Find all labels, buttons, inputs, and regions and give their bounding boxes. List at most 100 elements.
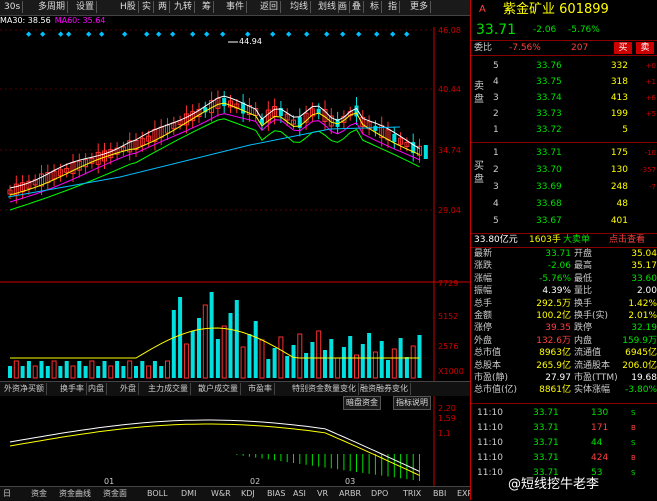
signal-marker-icon: ◆ bbox=[144, 30, 150, 38]
toolbar-button-13[interactable]: 叠 bbox=[350, 1, 365, 13]
quote-stat-row: 涨跌 -2.06 最高 35.17 bbox=[474, 261, 657, 272]
indicator-button-1[interactable]: 指标说明 bbox=[393, 396, 431, 410]
bottom-tab-0[interactable]: 日 bbox=[2, 488, 12, 500]
toolbar-button-5[interactable]: 两 bbox=[156, 1, 171, 13]
toolbar-button-12[interactable]: 画 bbox=[336, 1, 351, 13]
volume-bar bbox=[253, 321, 258, 378]
quote-stat-row: 市盈(静) 27.97 市盈(TTM) 19.68 bbox=[474, 373, 657, 383]
toolbar-button-7[interactable]: 筹 bbox=[200, 1, 215, 13]
volume-bar bbox=[291, 345, 296, 378]
volume-bar bbox=[140, 361, 145, 378]
toolbar-button-2[interactable]: 设置 bbox=[74, 1, 98, 13]
indicator-tab-2[interactable]: 内盘 bbox=[86, 383, 107, 395]
signal-marker-icon: ◆ bbox=[66, 30, 72, 38]
bottom-tab-5[interactable]: DMI bbox=[180, 488, 197, 500]
toolbar-button-15[interactable]: 指 bbox=[386, 1, 401, 13]
bottom-tab-13[interactable]: TRIX bbox=[402, 488, 422, 500]
volume-axis-label: 7729 bbox=[438, 279, 458, 288]
candle bbox=[423, 145, 428, 159]
toolbar-button-1[interactable]: 多周期 bbox=[36, 1, 69, 13]
bottom-tab-6[interactable]: W&R bbox=[210, 488, 232, 500]
indicator-tab-bar: 外资净买额 换手率 内盘 外盘 主力成交量 散户成交量 市盈率 特别资金数量变化 融资融券变化 bbox=[0, 381, 470, 396]
volume-bar bbox=[178, 297, 183, 378]
volume-axis-label: 5152 bbox=[438, 312, 458, 321]
bottom-tab-1[interactable]: 资金 bbox=[30, 488, 48, 500]
quote-stat-row: 涨幅 -5.76% 最低 33.60 bbox=[474, 273, 657, 284]
signal-marker-icon: ◆ bbox=[26, 30, 32, 38]
bid-row: 5 33.67 401 bbox=[493, 216, 628, 226]
volume-bar bbox=[197, 318, 201, 378]
bottom-tab-4[interactable]: BOLL bbox=[146, 488, 169, 500]
bottom-tab-2[interactable]: 资金曲线 bbox=[58, 488, 92, 500]
trade-tick-row: 11:10 33.71 171 B bbox=[477, 423, 636, 433]
volume-bar bbox=[404, 357, 409, 378]
ask-row: 3 33.74 413 +6 bbox=[493, 93, 656, 103]
signal-marker-icon: ◆ bbox=[122, 30, 128, 38]
signal-marker-icon: ◆ bbox=[204, 30, 210, 38]
toolbar-button-4[interactable]: 实 bbox=[140, 1, 155, 13]
bottom-tab-12[interactable]: DPO bbox=[370, 488, 389, 500]
price-change-pct: -5.76% bbox=[568, 25, 600, 35]
indicator-button-0[interactable]: 暗盘资金 bbox=[343, 396, 381, 410]
bottom-tab-8[interactable]: BIAS bbox=[266, 488, 286, 500]
toolbar-button-14[interactable]: 标 bbox=[368, 1, 383, 13]
signal-marker-icon: ◆ bbox=[356, 30, 362, 38]
signal-marker-icon: ◆ bbox=[170, 30, 176, 38]
chart-toolbar: 30s 多周期 设置 H股实两九转筹事件 返回 均线 划线画叠标指更多 bbox=[0, 0, 470, 16]
indicator-tab-5[interactable]: 散户成交量 bbox=[196, 383, 241, 395]
toolbar-button-0[interactable]: 30s bbox=[2, 1, 24, 13]
big-order-row: 33.80亿元 1603手 大卖单 点击查看 bbox=[471, 233, 657, 248]
price-line: 33.71 -2.06 -5.76% bbox=[471, 21, 657, 39]
volume-bar bbox=[115, 361, 120, 378]
volume-bar bbox=[323, 350, 327, 378]
signal-marker-icon: ◆ bbox=[324, 30, 330, 38]
toolbar-button-8[interactable]: 事件 bbox=[224, 1, 248, 13]
quote-stat-row: 总市值 8963亿 流通值 6945亿 bbox=[474, 348, 657, 359]
volume-bar bbox=[134, 366, 138, 378]
quote-stat-row: 金额 100.2亿 换手(实) 2.01% bbox=[474, 311, 657, 321]
indicator-tab-8[interactable]: 融资融券变化 bbox=[358, 383, 411, 395]
quote-stat-row: 涨停 39.35 跌停 32.19 bbox=[474, 323, 657, 334]
toolbar-button-16[interactable]: 更多 bbox=[408, 1, 432, 13]
stock-name: 紫金矿业 601899 bbox=[503, 2, 609, 17]
indicator-tab-1[interactable]: 换手率 bbox=[58, 383, 87, 395]
ask-row: 1 33.72 5 bbox=[493, 125, 628, 135]
indicator-tab-4[interactable]: 主力成交量 bbox=[146, 383, 191, 395]
volume-bar bbox=[228, 313, 233, 378]
bid-row: 3 33.69 248 -7 bbox=[493, 182, 656, 192]
volume-bar bbox=[266, 359, 271, 378]
kline-chart[interactable]: 46.08 40.44 34.74 29.04 7729 5152 2576 X1000 44.… bbox=[0, 27, 470, 381]
bottom-tab-9[interactable]: ASI bbox=[292, 488, 307, 500]
bottom-tab-10[interactable]: VR bbox=[316, 488, 329, 500]
trade-tick-row: 11:10 33.71 130 S bbox=[477, 408, 636, 418]
indicator-tab-3[interactable]: 外盘 bbox=[118, 383, 139, 395]
bottom-tab-3[interactable]: 资金面 bbox=[102, 488, 128, 500]
indicator-tab-7[interactable]: 特别资金数量变化 bbox=[290, 383, 359, 395]
macd-axis-label: 1.59 bbox=[438, 414, 456, 423]
volume-bar bbox=[272, 348, 277, 378]
bottom-tab-11[interactable]: ARBR bbox=[338, 488, 362, 500]
indicator-tab-6[interactable]: 市盈率 bbox=[246, 383, 275, 395]
bottom-tab-14[interactable]: BBI bbox=[432, 488, 447, 500]
toolbar-button-9[interactable]: 返回 bbox=[258, 1, 282, 13]
signal-marker-icon: ◆ bbox=[374, 30, 380, 38]
toolbar-button-10[interactable]: 均线 bbox=[288, 1, 312, 13]
buy-button[interactable]: 卖 bbox=[636, 42, 654, 54]
volume-bar bbox=[8, 366, 12, 378]
candle bbox=[222, 98, 227, 106]
indicator-tab-0[interactable]: 外资净买额 bbox=[2, 383, 47, 395]
bid-row: 1 33.71 175 -10 bbox=[493, 148, 656, 158]
bottom-tab-7[interactable]: KDJ bbox=[240, 488, 256, 500]
toolbar-button-3[interactable]: H股 bbox=[118, 1, 139, 13]
volume-bar bbox=[64, 361, 69, 378]
sell-button[interactable]: 买 bbox=[614, 42, 632, 54]
toolbar-button-6[interactable]: 九转 bbox=[172, 1, 196, 13]
macd-axis-label: 2.20 bbox=[438, 404, 456, 413]
volume-axis-label: 2576 bbox=[438, 342, 458, 351]
signal-marker-icon: ◆ bbox=[304, 30, 310, 38]
signal-marker-icon: ◆ bbox=[156, 30, 162, 38]
ratio-diff: 207 bbox=[571, 43, 589, 53]
macd-axis-label: 1.1 bbox=[438, 429, 451, 438]
volume-bar bbox=[285, 356, 290, 378]
view-details-link[interactable]: 点击查看 bbox=[609, 234, 645, 247]
